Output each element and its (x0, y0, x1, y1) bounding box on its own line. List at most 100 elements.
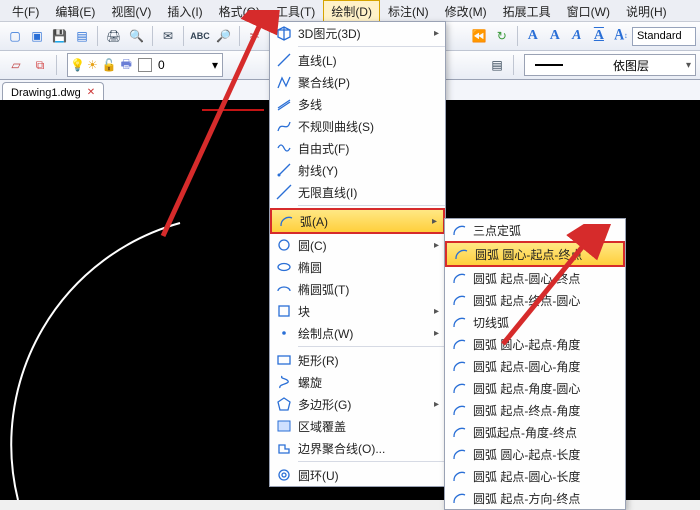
drawmenu-free[interactable]: 自由式(F) (270, 137, 445, 159)
arc-icon (445, 336, 473, 352)
menu-n[interactable]: 标注(N) (380, 0, 437, 21)
arcmenu-item[interactable]: 圆弧起点-角度-终点 (445, 421, 625, 443)
doc-tab[interactable]: Drawing1.dwg ✕ (2, 82, 104, 102)
toolbar-sep (97, 26, 98, 46)
find-icon[interactable]: 🔎 (215, 27, 232, 45)
layer-name-input[interactable] (156, 57, 210, 73)
menu-label: 椭圆弧(T) (298, 281, 439, 298)
chevron-down-icon[interactable]: ▾ (212, 58, 218, 72)
arc-icon (445, 424, 473, 440)
arc-icon (272, 213, 300, 229)
sun-icon: ☀ (87, 58, 98, 72)
menu-label: 3D图元(3D) (298, 25, 426, 42)
preview-icon[interactable]: 🔍 (128, 27, 145, 45)
new-icon[interactable]: ▢ (7, 27, 23, 45)
saveall-icon[interactable]: ▤ (74, 27, 90, 45)
drawmenu-pline[interactable]: 聚合线(P) (270, 71, 445, 93)
close-icon[interactable]: ✕ (87, 87, 95, 98)
arcmenu-item[interactable]: 圆弧 圆心-起点-角度 (445, 333, 625, 355)
menu-label: 圆环(U) (298, 467, 439, 484)
open-icon[interactable]: ▣ (29, 27, 45, 45)
drawmenu-arc[interactable]: 弧(A) ▸ (270, 208, 445, 234)
drawmenu-rect[interactable]: 矩形(R) (270, 349, 445, 371)
pline-icon (270, 74, 298, 90)
drawmenu-donut[interactable]: 椭圆 (270, 256, 445, 278)
text-a3-icon[interactable]: A (569, 27, 585, 45)
drawmenu-poly[interactable]: 多边形(G) ▸ (270, 393, 445, 415)
layer-selector[interactable]: 💡 ☀ 🔓 🖶 ▾ (67, 53, 223, 77)
text-a5-icon[interactable]: A↕ (613, 26, 629, 46)
layer-icon[interactable]: ⧉ (31, 56, 49, 74)
flag-icon[interactable]: ▱ (7, 56, 25, 74)
menu-v[interactable]: 视图(V) (103, 0, 159, 21)
drawmenu-point[interactable]: 绘制点(W) ▸ (270, 322, 445, 344)
drawmenu-block[interactable]: 块 ▸ (270, 300, 445, 322)
menu-label: 椭圆 (298, 259, 439, 276)
drawmenu-helix[interactable]: 螺旋 (270, 371, 445, 393)
cut-icon[interactable]: ✂ (247, 27, 263, 45)
arcmenu-item[interactable]: 圆弧 起点-方向-终点 (445, 487, 625, 509)
menu-label: 圆弧 起点-终点-角度 (473, 402, 619, 419)
menu-d[interactable]: 绘制(D) (323, 0, 380, 22)
menu-label: 三点定弧 (473, 222, 619, 239)
drawmenu-ring[interactable]: 圆环(U) (270, 464, 445, 486)
line-icon (270, 52, 298, 68)
ell-icon (270, 281, 298, 297)
arcmenu-item[interactable]: 三点定弧 (445, 219, 625, 241)
menu-i[interactable]: 插入(I) (159, 0, 210, 21)
arc-icon (445, 446, 473, 462)
drawmenu-3d[interactable]: 3D图元(3D) ▸ (270, 22, 445, 44)
bylayer-dropdown[interactable]: 依图层 ▾ (524, 54, 696, 76)
arcmenu-item[interactable]: 圆弧 圆心-起点-终点 (445, 241, 625, 267)
textstyle-input[interactable] (632, 27, 696, 46)
menu-label: 直线(L) (298, 52, 439, 69)
arcmenu-item[interactable]: 圆弧 起点-圆心-角度 (445, 355, 625, 377)
menu-h[interactable]: 说明(H) (618, 0, 675, 21)
print-icon[interactable]: 🖨 (105, 27, 122, 45)
menu-f[interactable]: 牛(F) (4, 0, 47, 21)
indent-icon[interactable]: ▤ (488, 56, 506, 74)
menu-[interactable]: 拓展工具 (495, 0, 559, 21)
mline-icon (270, 96, 298, 112)
draw-menu: 3D图元(3D) ▸ 直线(L) 聚合线(P) 多线 不规则曲线(S) 自由式(… (269, 21, 446, 487)
menu-label: 圆弧起点-角度-终点 (473, 424, 619, 441)
arc-submenu: 三点定弧 圆弧 圆心-起点-终点 圆弧 起点-圆心-终点 圆弧 起点-终点-圆心… (444, 218, 626, 510)
arcmenu-item[interactable]: 圆弧 起点-终点-圆心 (445, 289, 625, 311)
arcmenu-item[interactable]: 圆弧 起点-角度-圆心 (445, 377, 625, 399)
arc-icon (445, 358, 473, 374)
menu-t[interactable]: 工具(T) (268, 0, 323, 21)
drawmenu-bpoly[interactable]: 边界聚合线(O)... (270, 437, 445, 459)
text-a4-icon[interactable]: A (591, 27, 607, 45)
menu-label: 圆弧 起点-圆心-角度 (473, 358, 619, 375)
drawmenu-ray[interactable]: 射线(Y) (270, 159, 445, 181)
drawmenu-mline[interactable]: 多线 (270, 93, 445, 115)
arc-icon (445, 380, 473, 396)
arcmenu-item[interactable]: 圆弧 起点-圆心-终点 (445, 267, 625, 289)
arc-icon (445, 270, 473, 286)
text-a2-icon[interactable]: A (547, 27, 563, 45)
spell-icon[interactable]: ABC (191, 27, 209, 45)
arcmenu-item[interactable]: 切线弧 (445, 311, 625, 333)
menu-o[interactable]: 格式(O) (211, 0, 268, 21)
line-sample (535, 64, 563, 66)
drawmenu-ell[interactable]: 椭圆弧(T) (270, 278, 445, 300)
arcmenu-item[interactable]: 圆弧 圆心-起点-长度 (445, 443, 625, 465)
drawmenu-xline[interactable]: 无限直线(I) (270, 181, 445, 203)
menu-e[interactable]: 编辑(E) (47, 0, 103, 21)
drawmenu-circ[interactable]: 圆(C) ▸ (270, 234, 445, 256)
arcmenu-item[interactable]: 圆弧 起点-圆心-长度 (445, 465, 625, 487)
block-icon (270, 303, 298, 319)
save-icon[interactable]: 💾 (51, 27, 68, 45)
drawmenu-spline[interactable]: 不规则曲线(S) (270, 115, 445, 137)
menu-label: 切线弧 (473, 314, 619, 331)
drawmenu-cover[interactable]: 区域覆盖 (270, 415, 445, 437)
rewind-icon[interactable]: ⏪ (471, 27, 488, 45)
menu-label: 区域覆盖 (298, 418, 439, 435)
text-a1-icon[interactable]: A (525, 27, 541, 45)
mail-icon[interactable]: ✉ (160, 27, 176, 45)
arcmenu-item[interactable]: 圆弧 起点-终点-角度 (445, 399, 625, 421)
menu-w[interactable]: 窗口(W) (559, 0, 618, 21)
drawmenu-line[interactable]: 直线(L) (270, 49, 445, 71)
refresh-icon[interactable]: ↻ (494, 27, 510, 45)
menu-m[interactable]: 修改(M) (437, 0, 495, 21)
